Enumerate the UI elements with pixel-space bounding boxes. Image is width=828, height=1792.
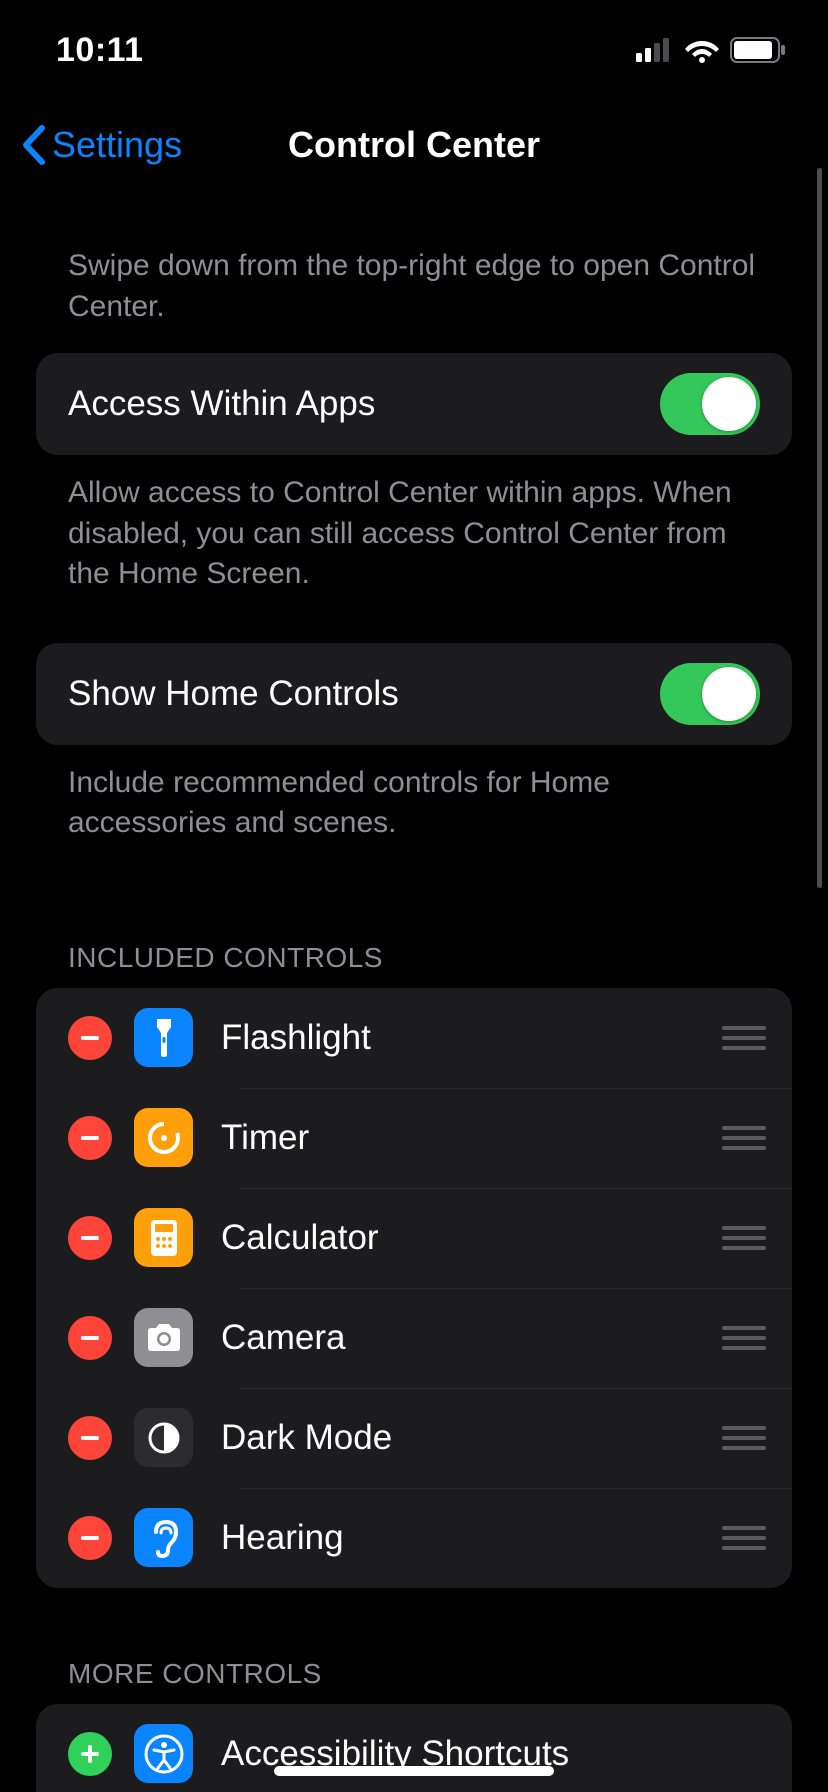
drag-handle[interactable]	[722, 1226, 766, 1250]
access-within-apps-cell[interactable]: Access Within Apps	[36, 353, 792, 455]
access-within-apps-group: Access Within Apps	[36, 353, 792, 455]
access-within-apps-label: Access Within Apps	[68, 384, 660, 424]
drag-handle[interactable]	[722, 1126, 766, 1150]
drag-handle[interactable]	[722, 1326, 766, 1350]
plus-icon	[79, 1743, 101, 1765]
control-row-calculator[interactable]: Calculator	[36, 1188, 792, 1288]
remove-button[interactable]	[68, 1516, 112, 1560]
intro-text: Swipe down from the top-right edge to op…	[36, 190, 792, 353]
battery-icon	[730, 37, 786, 63]
wifi-icon	[684, 37, 720, 63]
access-within-apps-footer: Allow access to Control Center within ap…	[36, 455, 792, 595]
remove-button[interactable]	[68, 1016, 112, 1060]
included-controls-header: INCLUDED CONTROLS	[36, 844, 792, 988]
show-home-controls-footer: Include recommended controls for Home ac…	[36, 745, 792, 844]
calculator-icon	[134, 1208, 193, 1267]
control-label: Timer	[221, 1118, 722, 1158]
control-row-flashlight[interactable]: Flashlight	[36, 988, 792, 1088]
control-row-accessibility[interactable]: Accessibility Shortcuts	[36, 1704, 792, 1792]
content: Swipe down from the top-right edge to op…	[0, 190, 828, 1792]
minus-icon	[79, 1027, 101, 1049]
flashlight-icon	[134, 1008, 193, 1067]
scroll-indicator[interactable]	[817, 168, 822, 888]
show-home-controls-cell[interactable]: Show Home Controls	[36, 643, 792, 745]
more-controls-header: MORE CONTROLS	[36, 1588, 792, 1704]
show-home-controls-label: Show Home Controls	[68, 674, 660, 714]
drag-handle[interactable]	[722, 1426, 766, 1450]
page-title: Control Center	[288, 124, 540, 166]
control-label: Dark Mode	[221, 1418, 722, 1458]
control-row-dark-mode[interactable]: Dark Mode	[36, 1388, 792, 1488]
drag-handle[interactable]	[722, 1526, 766, 1550]
remove-button[interactable]	[68, 1116, 112, 1160]
accessibility-icon	[134, 1724, 193, 1783]
remove-button[interactable]	[68, 1216, 112, 1260]
hearing-icon	[134, 1508, 193, 1567]
minus-icon	[79, 1127, 101, 1149]
dark-mode-icon	[134, 1408, 193, 1467]
control-row-timer[interactable]: Timer	[36, 1088, 792, 1188]
control-label: Camera	[221, 1318, 722, 1358]
minus-icon	[79, 1327, 101, 1349]
control-label: Calculator	[221, 1218, 722, 1258]
minus-icon	[79, 1427, 101, 1449]
control-label: Flashlight	[221, 1018, 722, 1058]
control-label: Hearing	[221, 1518, 722, 1558]
control-row-hearing[interactable]: Hearing	[36, 1488, 792, 1588]
back-label: Settings	[52, 124, 182, 166]
included-controls-list: Flashlight Timer Calculator	[36, 988, 792, 1588]
back-button[interactable]: Settings	[20, 124, 182, 166]
status-time: 10:11	[56, 31, 144, 70]
status-indicators	[636, 37, 786, 63]
more-controls-list: Accessibility Shortcuts Alarm	[36, 1704, 792, 1792]
camera-icon	[134, 1308, 193, 1367]
nav-bar: Settings Control Center	[0, 100, 828, 190]
remove-button[interactable]	[68, 1416, 112, 1460]
show-home-controls-switch[interactable]	[660, 663, 760, 725]
home-indicator[interactable]	[274, 1766, 554, 1776]
control-row-camera[interactable]: Camera	[36, 1288, 792, 1388]
drag-handle[interactable]	[722, 1026, 766, 1050]
show-home-controls-group: Show Home Controls	[36, 643, 792, 745]
chevron-left-icon	[20, 124, 46, 166]
add-button[interactable]	[68, 1732, 112, 1776]
minus-icon	[79, 1527, 101, 1549]
minus-icon	[79, 1227, 101, 1249]
access-within-apps-switch[interactable]	[660, 373, 760, 435]
remove-button[interactable]	[68, 1316, 112, 1360]
cellular-icon	[636, 38, 674, 62]
timer-icon	[134, 1108, 193, 1167]
status-bar: 10:11	[0, 0, 828, 100]
